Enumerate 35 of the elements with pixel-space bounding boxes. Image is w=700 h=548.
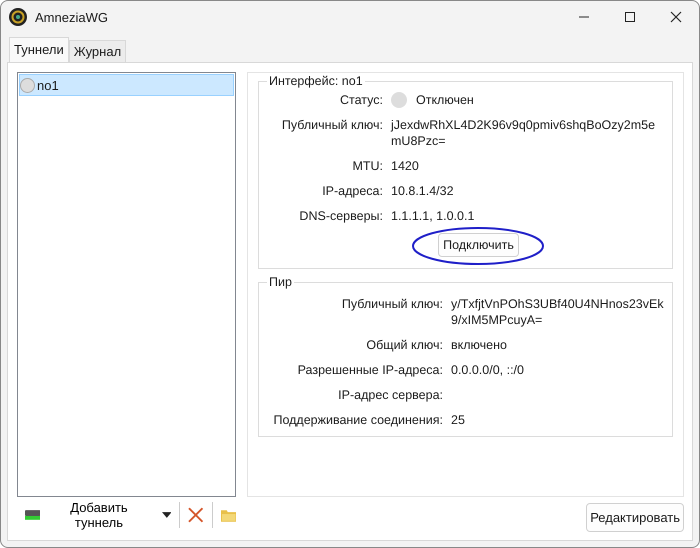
caret-icon[interactable] (162, 512, 172, 518)
edit-button[interactable]: Редактировать (586, 503, 684, 532)
logo-icon (9, 8, 27, 26)
field-value: jJexdwRhXL4D2K96v9q0pmiv6shqBoOzy2m5emU8Pzc= (391, 118, 656, 148)
field-value: Отключен (416, 92, 474, 108)
field-label: Публичный ключ: (340, 296, 443, 312)
field-label: IP-адрес сервера: (337, 387, 443, 403)
field-value: 0.0.0.0/0, ::/0 (451, 363, 524, 377)
field-label: Статус: (339, 92, 383, 108)
tab[interactable]: Туннели (9, 37, 69, 62)
field-label: Поддерживание соединения: (272, 412, 443, 428)
tunnel-item[interactable]: no1 (19, 74, 234, 96)
tunnel-name: no1 (37, 78, 59, 92)
window-title: AmneziaWG (35, 10, 108, 24)
field-label: Публичный ключ: (280, 117, 383, 133)
maximize-icon[interactable] (624, 11, 636, 23)
field-label: IP-адреса: (321, 183, 383, 199)
field-value: включено (451, 338, 507, 352)
field-value: 1420 (391, 159, 419, 173)
tab[interactable]: Журнал (68, 40, 126, 62)
field-label: MTU: (351, 158, 383, 174)
add-tunnel-button[interactable]: Добавить туннель (23, 498, 154, 532)
field-label: Общий ключ: (365, 337, 443, 353)
delete-icon[interactable] (188, 507, 204, 523)
field-value: 10.8.1.4/32 (391, 184, 454, 198)
field-label: DNS-серверы: (298, 208, 383, 224)
close-icon[interactable] (670, 11, 682, 23)
drive-icon (25, 510, 40, 520)
group-title: Пир (268, 275, 293, 289)
connect-button[interactable]: Подключить (438, 233, 519, 257)
field-value: y/TxfjtVnPOhS3UBf40U4NHnos23vEk9/xIM5MPcuyA= (451, 297, 664, 327)
field-label: Разрешенные IP-адреса: (296, 362, 443, 378)
field-value: 25 (451, 413, 465, 427)
field-value: 1.1.1.1, 1.0.0.1 (391, 209, 474, 223)
group-title: Интерфейс: no1 (268, 74, 364, 88)
